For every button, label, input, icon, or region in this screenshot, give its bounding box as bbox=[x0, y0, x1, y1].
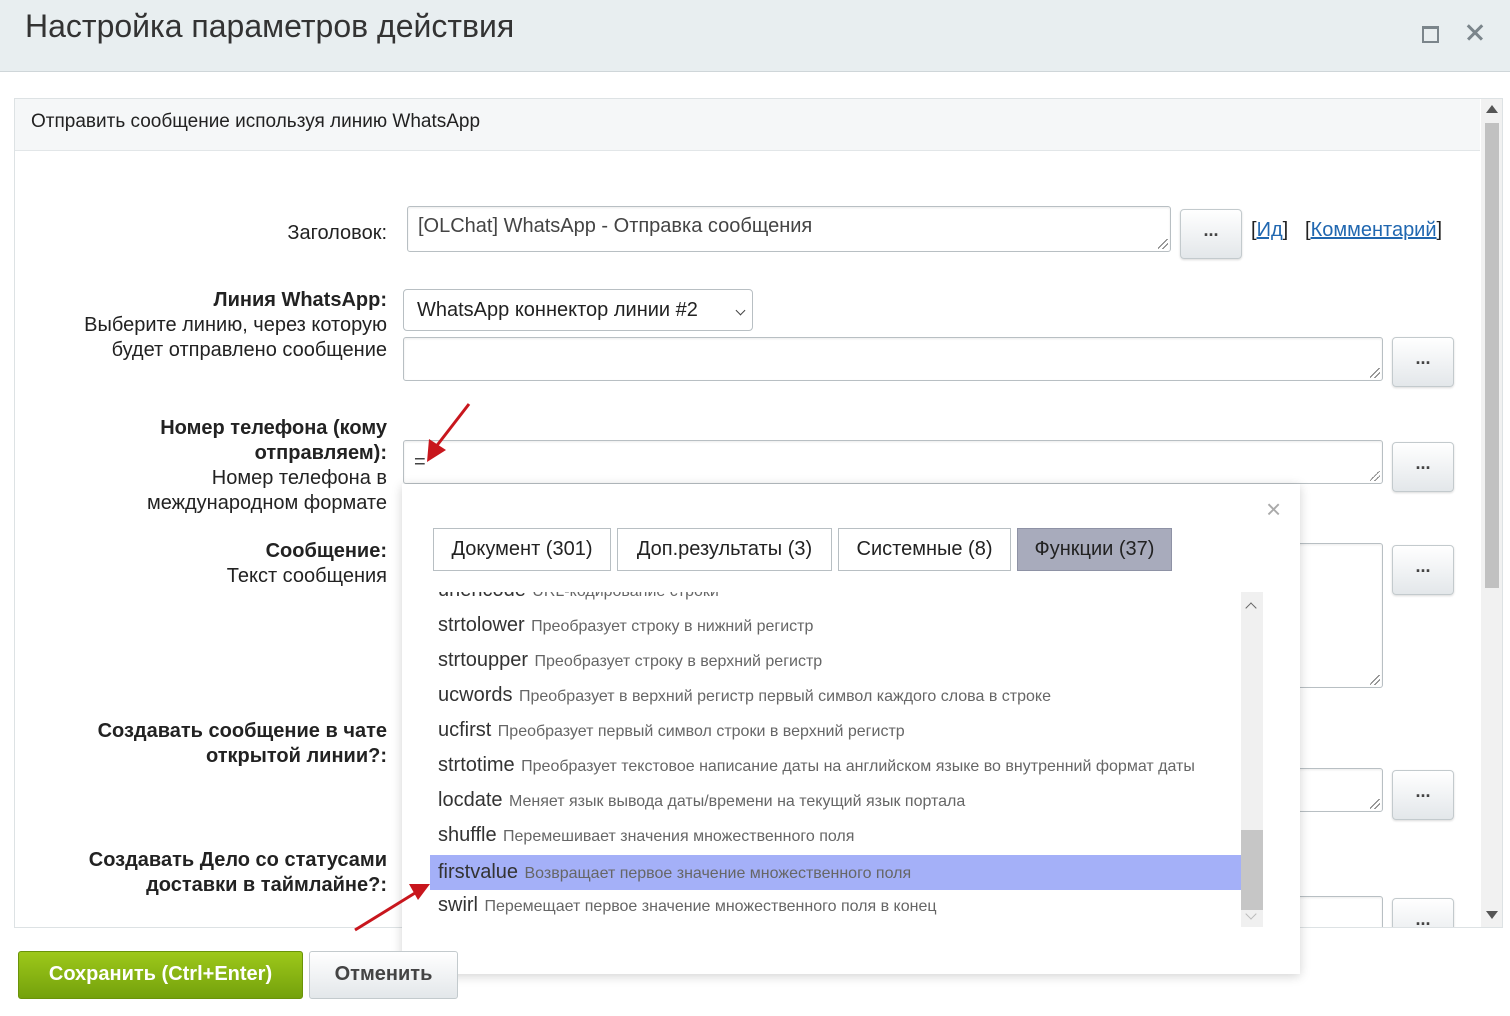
list-item-selected[interactable]: firstvalue Возвращает первое значение мн… bbox=[430, 855, 1241, 890]
function-description: Возвращает первое значение множественног… bbox=[524, 865, 912, 882]
deal-label-block: Создавать Дело со статусами доставки в т… bbox=[45, 848, 387, 898]
header-input-value: [OLChat] WhatsApp - Отправка сообщения bbox=[418, 215, 813, 237]
function-name: firstvalue bbox=[438, 861, 519, 883]
chevron-up-icon[interactable] bbox=[1245, 602, 1257, 614]
line-dots-button[interactable]: ... bbox=[1392, 337, 1454, 387]
comment-link-box: [Комментарий] bbox=[1305, 219, 1443, 241]
function-name: strtotime bbox=[438, 754, 515, 776]
content-scrollbar[interactable] bbox=[1481, 99, 1502, 927]
scroll-down-icon[interactable] bbox=[1486, 911, 1498, 919]
function-description: Преобразует текстовое написание даты на … bbox=[521, 758, 1195, 775]
phone-label: Номер телефона (кому отправляем): bbox=[160, 417, 387, 464]
save-button[interactable]: Сохранить (Ctrl+Enter) bbox=[18, 951, 303, 999]
message-label-block: Сообщение: Текст сообщения bbox=[75, 539, 387, 589]
phone-input-value: = bbox=[414, 451, 426, 473]
tab-additional-results[interactable]: Доп.результаты (3) bbox=[617, 528, 832, 571]
function-name: strtolower bbox=[438, 614, 525, 636]
line-expression-input[interactable] bbox=[403, 337, 1383, 381]
phone-label-block: Номер телефона (кому отправляем): Номер … bbox=[75, 416, 387, 516]
line-label: Линия WhatsApp: bbox=[213, 289, 387, 311]
list-item[interactable]: strtotime Преобразует текстовое написани… bbox=[430, 748, 1241, 783]
header-dots-button[interactable]: ... bbox=[1180, 209, 1242, 259]
header-label: Заголовок: bbox=[287, 222, 387, 244]
section-title: Отправить сообщение используя линию What… bbox=[31, 111, 481, 132]
function-description: Перемещает первое значение множественног… bbox=[484, 898, 937, 915]
phone-dots-button[interactable]: ... bbox=[1392, 442, 1454, 492]
function-description: URL-кодирование строки bbox=[532, 592, 719, 600]
list-item[interactable]: shuffle Перемешивает значения множествен… bbox=[430, 818, 1241, 853]
phone-input[interactable]: = bbox=[403, 440, 1383, 484]
function-list-scrollbar[interactable] bbox=[1241, 592, 1263, 927]
scrollbar-thumb[interactable] bbox=[1241, 830, 1263, 910]
tab-document[interactable]: Документ (301) bbox=[433, 528, 611, 571]
line-hint: Выберите линию, через которую будет отпр… bbox=[84, 314, 387, 361]
message-label: Сообщение: bbox=[265, 540, 387, 562]
function-name: strtoupper bbox=[438, 649, 529, 671]
deal-dots-button[interactable]: ... bbox=[1392, 898, 1454, 927]
section-header: Отправить сообщение используя линию What… bbox=[15, 99, 1480, 151]
function-description: Преобразует первый символ строки в верхн… bbox=[497, 723, 905, 740]
function-name: shuffle bbox=[438, 824, 497, 846]
tab-system[interactable]: Системные (8) bbox=[838, 528, 1011, 571]
popup-close-icon[interactable]: × bbox=[1266, 494, 1281, 525]
function-description: Преобразует строку в верхний регистр bbox=[534, 653, 823, 670]
function-name: urlencode bbox=[438, 592, 526, 601]
list-item[interactable]: locdate Меняет язык вывода даты/времени … bbox=[430, 783, 1241, 818]
list-item[interactable]: strtoupper Преобразует строку в верхний … bbox=[430, 643, 1241, 678]
line-select-value: WhatsApp коннектор линии #2 bbox=[417, 299, 698, 321]
scroll-up-icon[interactable] bbox=[1486, 105, 1498, 113]
resize-grip-icon[interactable] bbox=[1370, 799, 1380, 809]
chevron-down-icon[interactable] bbox=[1245, 908, 1257, 920]
function-description: Преобразует строку в нижний регистр bbox=[531, 618, 814, 635]
close-icon[interactable] bbox=[1461, 18, 1489, 46]
deal-label: Создавать Дело со статусами доставки в т… bbox=[88, 849, 387, 896]
resize-grip-icon[interactable] bbox=[1370, 368, 1380, 378]
function-description: Меняет язык вывода даты/времени на текущ… bbox=[508, 793, 966, 810]
dialog-title: Настройка параметров действия bbox=[25, 8, 515, 44]
function-name: swirl bbox=[438, 894, 478, 916]
list-item[interactable]: strtolower Преобразует строку в нижний р… bbox=[430, 608, 1241, 643]
resize-grip-icon[interactable] bbox=[1370, 471, 1380, 481]
message-dots-button[interactable]: ... bbox=[1392, 545, 1454, 595]
comment-link[interactable]: Комментарий bbox=[1311, 219, 1437, 241]
cancel-button[interactable]: Отменить bbox=[309, 951, 458, 999]
id-link-box: [Ид] bbox=[1251, 219, 1289, 241]
resize-grip-icon[interactable] bbox=[1370, 675, 1380, 685]
chevron-down-icon bbox=[735, 305, 746, 316]
list-item[interactable]: urlencode URL-кодирование строки bbox=[430, 592, 1241, 608]
maximize-icon[interactable] bbox=[1415, 18, 1443, 46]
tab-functions[interactable]: Функции (37) bbox=[1017, 528, 1172, 571]
chat-label-block: Создавать сообщение в чате открытой лини… bbox=[45, 719, 387, 769]
chat-dots-button[interactable]: ... bbox=[1392, 770, 1454, 820]
header-input[interactable]: [OLChat] WhatsApp - Отправка сообщения bbox=[407, 206, 1171, 252]
scrollbar-thumb[interactable] bbox=[1485, 123, 1499, 588]
function-description: Перемешивает значения множественного пол… bbox=[503, 828, 855, 845]
function-name: ucfirst bbox=[438, 719, 492, 741]
insert-value-popup: × Документ (301) Доп.результаты (3) Сист… bbox=[402, 484, 1300, 974]
dialog-titlebar: Настройка параметров действия bbox=[0, 0, 1510, 72]
chat-label: Создавать сообщение в чате открытой лини… bbox=[97, 720, 387, 767]
phone-hint: Номер телефона в международном формате bbox=[146, 467, 387, 514]
list-item[interactable]: ucfirst Преобразует первый символ строки… bbox=[430, 713, 1241, 748]
id-link[interactable]: Ид bbox=[1257, 219, 1283, 241]
list-item[interactable]: swirl Перемещает первое значение множест… bbox=[430, 888, 1241, 923]
resize-grip-icon[interactable] bbox=[1158, 239, 1168, 249]
line-select[interactable]: WhatsApp коннектор линии #2 bbox=[403, 289, 753, 331]
function-list: urlencode URL-кодирование строки strtolo… bbox=[430, 592, 1263, 927]
function-description: Преобразует в верхний регистр первый сим… bbox=[518, 688, 1051, 705]
line-label-block: Линия WhatsApp: Выберите линию, через ко… bbox=[45, 288, 387, 363]
function-name: ucwords bbox=[438, 684, 513, 706]
function-name: locdate bbox=[438, 789, 503, 811]
message-hint: Текст сообщения bbox=[226, 565, 387, 587]
list-item[interactable]: ucwords Преобразует в верхний регистр пе… bbox=[430, 678, 1241, 713]
